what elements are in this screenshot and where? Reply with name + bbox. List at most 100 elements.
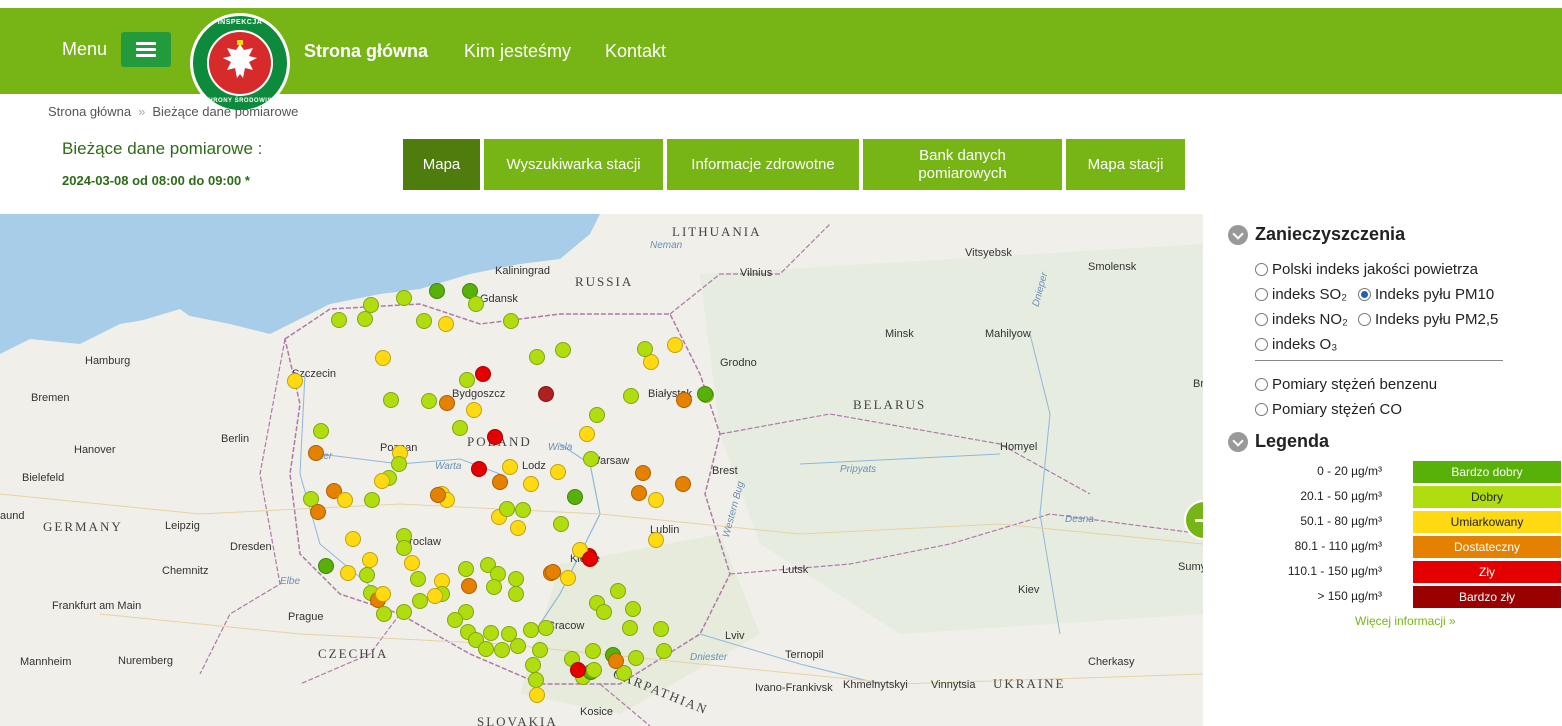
station-marker[interactable]: [622, 620, 638, 636]
radio-o3[interactable]: [1255, 338, 1268, 351]
station-marker[interactable]: [503, 313, 519, 329]
station-marker[interactable]: [383, 392, 399, 408]
station-marker[interactable]: [608, 653, 624, 669]
station-marker[interactable]: [396, 604, 412, 620]
menu-label[interactable]: Menu: [62, 39, 107, 60]
station-marker[interactable]: [656, 643, 672, 659]
tab-station-map[interactable]: Mapa stacji: [1066, 139, 1185, 190]
station-marker[interactable]: [404, 555, 420, 571]
tab-station-search[interactable]: Wyszukiwarka stacji: [484, 139, 663, 190]
station-marker[interactable]: [582, 551, 598, 567]
station-marker[interactable]: [487, 429, 503, 445]
station-marker[interactable]: [532, 642, 548, 658]
station-marker[interactable]: [430, 487, 446, 503]
radio-pm10[interactable]: [1358, 288, 1371, 301]
option-polish-aqi[interactable]: Polski indeks jakości powietrza: [1255, 261, 1478, 278]
station-marker[interactable]: [648, 492, 664, 508]
option-benzene[interactable]: Pomiary stężeń benzenu: [1255, 376, 1437, 393]
option-no2[interactable]: indeks NO₂: [1255, 311, 1348, 328]
station-marker[interactable]: [528, 672, 544, 688]
station-marker[interactable]: [439, 395, 455, 411]
station-marker[interactable]: [362, 552, 378, 568]
station-marker[interactable]: [523, 622, 539, 638]
option-o3[interactable]: indeks O₃: [1255, 336, 1337, 353]
station-marker[interactable]: [610, 583, 626, 599]
station-marker[interactable]: [508, 586, 524, 602]
station-marker[interactable]: [466, 402, 482, 418]
nav-contact[interactable]: Kontakt: [605, 41, 666, 62]
station-marker[interactable]: [525, 657, 541, 673]
station-marker[interactable]: [499, 501, 515, 517]
station-marker[interactable]: [510, 520, 526, 536]
air-quality-map[interactable]: LITHUANIARUSSIABELARUSPOLANDGERMANYCZECH…: [0, 214, 1203, 726]
station-marker[interactable]: [357, 311, 373, 327]
station-marker[interactable]: [359, 567, 375, 583]
station-marker[interactable]: [697, 386, 713, 402]
station-marker[interactable]: [586, 662, 602, 678]
station-marker[interactable]: [492, 474, 508, 490]
station-marker[interactable]: [560, 570, 576, 586]
station-marker[interactable]: [375, 350, 391, 366]
radio-pm25[interactable]: [1358, 313, 1371, 326]
station-marker[interactable]: [364, 492, 380, 508]
option-pm10[interactable]: Indeks pyłu PM10: [1358, 286, 1494, 303]
station-marker[interactable]: [635, 465, 651, 481]
station-marker[interactable]: [458, 561, 474, 577]
station-marker[interactable]: [438, 316, 454, 332]
station-marker[interactable]: [538, 620, 554, 636]
station-marker[interactable]: [412, 593, 428, 609]
tab-health-info[interactable]: Informacje zdrowotne: [667, 139, 859, 190]
station-marker[interactable]: [452, 420, 468, 436]
station-marker[interactable]: [676, 392, 692, 408]
radio-polish-aqi[interactable]: [1255, 263, 1268, 276]
station-marker[interactable]: [502, 459, 518, 475]
station-marker[interactable]: [461, 578, 477, 594]
station-marker[interactable]: [553, 516, 569, 532]
station-marker[interactable]: [313, 423, 329, 439]
station-marker[interactable]: [545, 564, 561, 580]
station-marker[interactable]: [410, 571, 426, 587]
gios-logo[interactable]: INSPEKCJA OCHRONY ŚRODOWISKA: [190, 13, 290, 113]
station-marker[interactable]: [637, 341, 653, 357]
radio-benzene[interactable]: [1255, 378, 1268, 391]
station-marker[interactable]: [376, 606, 392, 622]
station-marker[interactable]: [508, 571, 524, 587]
radio-co[interactable]: [1255, 403, 1268, 416]
station-marker[interactable]: [623, 388, 639, 404]
station-marker[interactable]: [471, 461, 487, 477]
option-so2[interactable]: indeks SO₂: [1255, 286, 1347, 303]
station-marker[interactable]: [478, 641, 494, 657]
station-marker[interactable]: [585, 643, 601, 659]
station-marker[interactable]: [486, 579, 502, 595]
station-marker[interactable]: [475, 366, 491, 382]
station-marker[interactable]: [570, 662, 586, 678]
station-marker[interactable]: [447, 612, 463, 628]
station-marker[interactable]: [416, 313, 432, 329]
nav-about[interactable]: Kim jesteśmy: [464, 41, 571, 62]
legend-heading[interactable]: Legenda: [1228, 431, 1329, 452]
station-marker[interactable]: [625, 601, 641, 617]
station-marker[interactable]: [529, 687, 545, 703]
station-marker[interactable]: [648, 532, 664, 548]
station-marker[interactable]: [567, 489, 583, 505]
station-marker[interactable]: [331, 312, 347, 328]
radio-so2[interactable]: [1255, 288, 1268, 301]
station-marker[interactable]: [529, 349, 545, 365]
station-marker[interactable]: [596, 604, 612, 620]
station-marker[interactable]: [523, 476, 539, 492]
station-marker[interactable]: [396, 540, 412, 556]
breadcrumb-home[interactable]: Strona główna: [48, 104, 131, 119]
station-marker[interactable]: [555, 342, 571, 358]
station-marker[interactable]: [310, 504, 326, 520]
station-marker[interactable]: [318, 558, 334, 574]
station-marker[interactable]: [579, 426, 595, 442]
station-marker[interactable]: [375, 586, 391, 602]
tab-data-bank[interactable]: Bank danych pomiarowych: [863, 139, 1062, 190]
station-marker[interactable]: [429, 283, 445, 299]
station-marker[interactable]: [589, 407, 605, 423]
station-marker[interactable]: [396, 290, 412, 306]
station-marker[interactable]: [459, 372, 475, 388]
station-marker[interactable]: [374, 473, 390, 489]
station-marker[interactable]: [494, 642, 510, 658]
option-co[interactable]: Pomiary stężeń CO: [1255, 401, 1402, 418]
